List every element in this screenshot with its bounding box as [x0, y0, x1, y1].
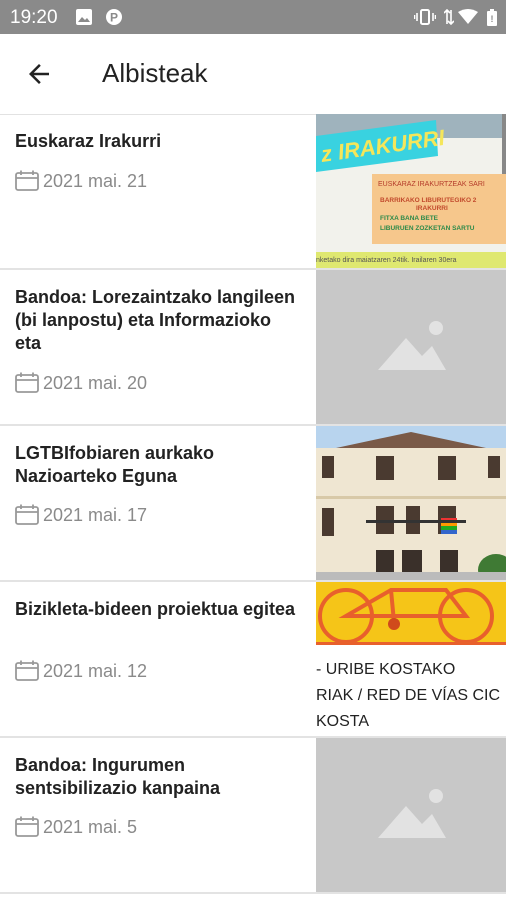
news-item-date-text: 2021 mai. 21 [43, 170, 148, 191]
image-placeholder-icon [378, 321, 446, 370]
news-item-text: Bandoa: Lorezaintzako langileen (bi lanp… [15, 286, 300, 355]
battery-icon: ! [487, 9, 497, 26]
app-bar: Albisteak [0, 34, 506, 115]
news-item[interactable]: Bizikleta-bideen proiektua egitea 2021 m… [0, 582, 506, 738]
parking-icon: P [106, 9, 122, 25]
data-arrows-icon [444, 9, 454, 25]
news-item-date: 2021 mai. 17 [15, 504, 147, 526]
bike-lane-poster: - URIBE KOSTAKO RIAK / RED DE VÍAS CIC K… [316, 582, 506, 730]
image-icon [76, 9, 92, 25]
news-thumbnail [316, 738, 506, 892]
poster-image: z IRAKURRI EUSKARAZ IRAKURTZEAK SARI BAR… [316, 114, 506, 268]
news-list: Euskaraz Irakurri 2021 mai. 21 z IRAKURR… [0, 114, 506, 894]
news-item-date: 2021 mai. 5 [15, 816, 137, 838]
news-item-date: 2021 mai. 21 [15, 170, 147, 192]
poster-line-3: LIBURUEN ZOZKETAN SARTU [380, 225, 475, 232]
news-item[interactable]: Euskaraz Irakurri 2021 mai. 21 z IRAKURR… [0, 114, 506, 270]
news-item-title: LGTBIfobiaren aurkako Nazioarteko Eguna [15, 443, 215, 486]
news-item-text: LGTBIfobiaren aurkako Nazioarteko Eguna [15, 442, 300, 488]
image-placeholder-icon [378, 789, 446, 838]
svg-text:P: P [110, 11, 118, 25]
news-item-title: Bandoa: Ingurumen sentsibilizazio kanpai… [15, 755, 221, 798]
news-thumbnail: - URIBE KOSTAKO RIAK / RED DE VÍAS CIC K… [316, 582, 506, 736]
news-item-date-text: 2021 mai. 5 [43, 816, 138, 837]
bike-poster-line-1: - URIBE KOSTAKO [316, 661, 455, 678]
news-item-date-text: 2021 mai. 17 [43, 504, 148, 525]
status-bar: 19:20 P ! [0, 0, 506, 34]
news-item-date: 2021 mai. 12 [15, 660, 147, 682]
calendar-icon [15, 170, 39, 191]
calendar-icon [15, 372, 39, 393]
news-item-text: Bizikleta-bideen proiektua egitea [15, 598, 300, 621]
news-item-title: Euskaraz Irakurri [15, 131, 162, 151]
news-item[interactable]: Bandoa: Lorezaintzako langileen (bi lanp… [0, 270, 506, 426]
back-arrow-icon[interactable] [24, 59, 54, 89]
poster-line-2: FITXA BANA BETE [380, 215, 439, 222]
news-item[interactable]: Bandoa: Ingurumen sentsibilizazio kanpai… [0, 738, 506, 894]
calendar-icon [15, 660, 39, 681]
page-title: Albisteak [102, 58, 208, 88]
bike-poster-line-3: KOSTA [316, 713, 369, 730]
news-item-text: Bandoa: Ingurumen sentsibilizazio kanpai… [15, 754, 300, 800]
poster-heading: EUSKARAZ IRAKURTZEAK SARI [378, 181, 485, 188]
news-item-title: Bandoa: Lorezaintzako langileen (bi lanp… [15, 287, 296, 353]
poster-line-1: BARRIKAKO LIBURUTEGIKO 2 [380, 197, 477, 204]
wifi-icon [458, 9, 478, 24]
bike-poster-line-2: RIAK / RED DE VÍAS CIC [316, 685, 500, 704]
vibrate-icon [414, 9, 436, 25]
news-item[interactable]: LGTBIfobiaren aurkako Nazioarteko Eguna … [0, 426, 506, 582]
town-hall-photo [316, 426, 506, 580]
news-item-title: Bizikleta-bideen proiektua egitea [15, 599, 296, 619]
news-item-text: Euskaraz Irakurri [15, 130, 300, 153]
news-item-date-text: 2021 mai. 12 [43, 660, 148, 681]
poster-footer: nketako dira maiatzaren 24tik. Irailaren… [316, 257, 457, 264]
news-item-date: 2021 mai. 20 [15, 372, 147, 394]
calendar-icon [15, 504, 39, 525]
calendar-icon [15, 816, 39, 837]
news-thumbnail: z IRAKURRI EUSKARAZ IRAKURTZEAK SARI BAR… [316, 114, 506, 268]
status-time: 19:20 [10, 7, 58, 28]
news-item-date-text: 2021 mai. 20 [43, 372, 148, 393]
svg-text:!: ! [491, 14, 494, 24]
news-thumbnail [316, 270, 506, 424]
poster-line-1b: IRAKURRI [416, 205, 448, 212]
news-thumbnail [316, 426, 506, 580]
